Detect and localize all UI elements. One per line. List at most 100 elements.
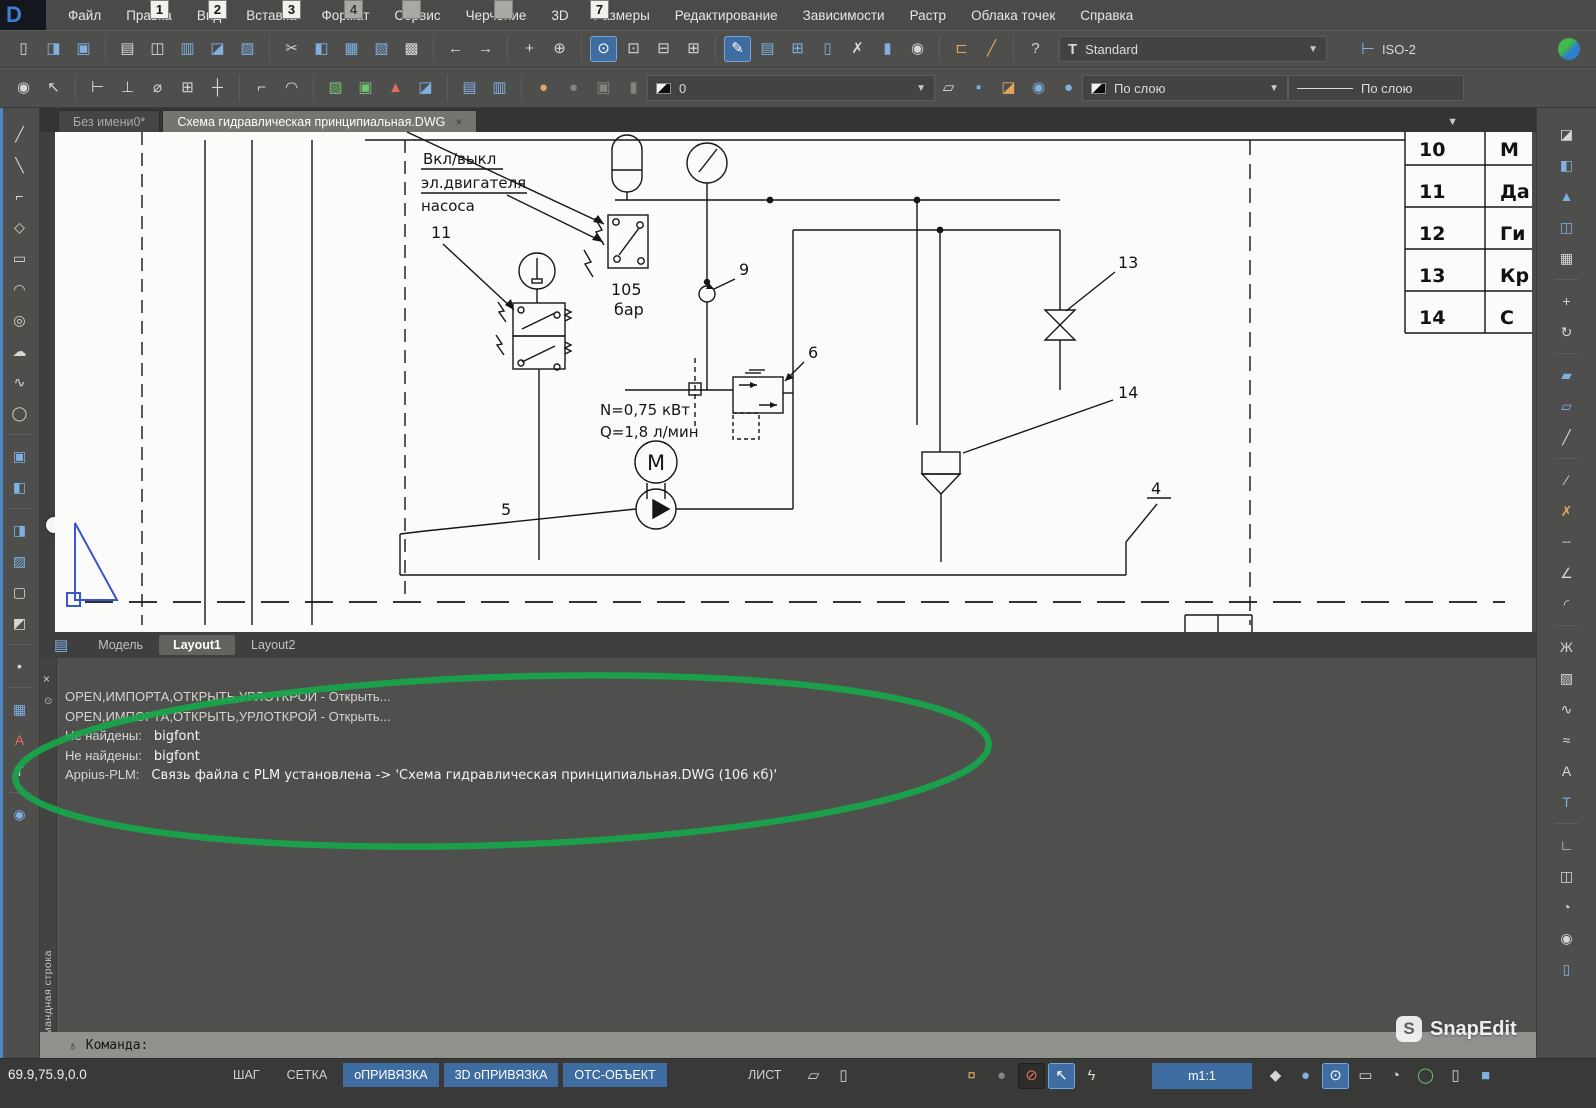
edit-text-icon[interactable]: A	[1553, 759, 1581, 783]
document-tab-1[interactable]: Схема гидравлическая принципиальная.DWG×	[162, 110, 477, 132]
redo-icon[interactable]: →	[472, 36, 499, 62]
dynamic-input-icon[interactable]: ●	[988, 1063, 1015, 1089]
attach-image-icon[interactable]: ◨	[6, 518, 34, 542]
pan-icon[interactable]: +	[516, 36, 543, 62]
save-icon[interactable]: ▣	[70, 36, 97, 62]
dim-center-icon[interactable]: ┼	[204, 75, 231, 101]
edit-spline-icon[interactable]: ≈	[1553, 728, 1581, 752]
open-folder-icon[interactable]: ◨	[40, 36, 67, 62]
document-tab-0[interactable]: Без имени0*	[58, 110, 160, 132]
zoom-dynamic-icon[interactable]: ⊕	[546, 36, 573, 62]
command-input-row[interactable]: ♁ Команда:	[40, 1032, 1536, 1058]
array-icon[interactable]: ▦	[1553, 246, 1581, 270]
line-icon[interactable]: ╱	[6, 122, 34, 146]
layout-tab-layout2[interactable]: Layout2	[237, 635, 309, 655]
properties-icon[interactable]: ▤	[754, 36, 781, 62]
status-toggle-sheet[interactable]: ЛИСТ	[737, 1063, 792, 1087]
quick-properties-icon[interactable]: ϟ	[1078, 1063, 1105, 1089]
layer-freeze-icon[interactable]: ▣	[590, 75, 617, 101]
menu-item-6[interactable]: Черчение	[466, 8, 527, 23]
menu-item-9[interactable]: Редактирование	[675, 8, 778, 23]
plm-plugin-icon[interactable]	[1558, 38, 1580, 60]
rotate-icon[interactable]: ↻	[1553, 320, 1581, 344]
render-icon[interactable]: ◉	[1553, 926, 1581, 950]
purge-icon[interactable]: ▩	[398, 36, 425, 62]
text-style-icon[interactable]: A	[6, 728, 34, 752]
menu-item-8[interactable]: Размеры	[594, 8, 650, 23]
explode-icon[interactable]: Ж	[1553, 635, 1581, 659]
layer-state-warning-icon[interactable]: ▲	[382, 75, 409, 101]
copy-clipboard-icon[interactable]: ◧	[308, 36, 335, 62]
drawing-canvas[interactable]: Вкл/выкл эл.двигателя насоса 11 105 бар …	[55, 132, 1532, 632]
color-dropdown[interactable]: По слою ▼	[1082, 75, 1288, 101]
layer-walk-icon[interactable]: ●	[1055, 75, 1082, 101]
print-preview-icon[interactable]: ◫	[144, 36, 171, 62]
join-curve-icon[interactable]: ⌐	[248, 75, 275, 101]
layer-properties-icon[interactable]: ▥	[486, 75, 513, 101]
menu-item-10[interactable]: Зависимости	[803, 8, 885, 23]
erase-icon[interactable]: ◪	[1553, 122, 1581, 146]
tool-palettes-icon[interactable]: ▯	[814, 36, 841, 62]
point-icon[interactable]: •	[6, 654, 34, 678]
boundary-icon[interactable]: ◩	[6, 611, 34, 635]
layer-off-icon[interactable]: ●	[560, 75, 587, 101]
menu-item-11[interactable]: Растр	[910, 8, 947, 23]
cursor-mode-icon[interactable]: ↖	[1048, 1063, 1075, 1089]
zoom-status-icon[interactable]: ⊙	[1322, 1063, 1349, 1089]
arc-icon[interactable]: ◠	[6, 277, 34, 301]
layers-panel-icon[interactable]: ▤	[456, 75, 483, 101]
layer-unisolate-icon[interactable]: ◉	[1025, 75, 1052, 101]
dim-linear-icon[interactable]: ⊢	[84, 75, 111, 101]
notebook-icon[interactable]: ▮	[874, 36, 901, 62]
layer-dropdown[interactable]: 0 ▼	[647, 75, 935, 101]
insert-block-icon[interactable]: ▣	[6, 444, 34, 468]
configuration-icon[interactable]: ✗	[844, 36, 871, 62]
cut-icon[interactable]: ✂	[278, 36, 305, 62]
clean-screen-icon[interactable]: ■	[1472, 1063, 1499, 1089]
move-to-layer-icon[interactable]: ▱	[935, 75, 962, 101]
layout-tab-модель[interactable]: Модель	[84, 635, 157, 655]
menu-item-2[interactable]: Вид	[197, 8, 221, 23]
layer-previous-icon[interactable]: ▪	[965, 75, 992, 101]
constraints-off-icon[interactable]: ⊘	[1018, 1063, 1045, 1089]
status-toggle-отс-объект[interactable]: ОТС-ОБЪЕКТ	[563, 1063, 666, 1087]
trim-icon[interactable]: ✗	[1553, 499, 1581, 523]
status-toggle-3d-опривязка[interactable]: 3D оПРИВЯЗКА	[444, 1063, 559, 1087]
menu-item-12[interactable]: Облака точек	[971, 8, 1055, 23]
orbit-icon[interactable]: ◔	[1553, 895, 1581, 919]
menu-item-5[interactable]: Сервис	[394, 8, 440, 23]
blend-curve-icon[interactable]: ◠	[278, 75, 305, 101]
pin-icon[interactable]: ⊙	[44, 696, 52, 707]
selection-cycle-icon[interactable]: ◉	[10, 75, 37, 101]
edit-attribute-icon[interactable]: T	[1553, 790, 1581, 814]
lengthen-icon[interactable]: ⁄	[1553, 468, 1581, 492]
batch-plot-icon[interactable]: ▨	[234, 36, 261, 62]
spline-icon[interactable]: ∿	[6, 370, 34, 394]
menu-item-7[interactable]: 3D	[551, 8, 568, 23]
page-setup-icon[interactable]: ▥	[174, 36, 201, 62]
measure-icon[interactable]: ⊏	[948, 36, 975, 62]
layer-lock-icon[interactable]: ▮	[620, 75, 647, 101]
zoom-icon[interactable]: ⊙	[590, 36, 617, 62]
fillet-icon[interactable]: ◜	[1553, 592, 1581, 616]
text-style-dropdown[interactable]: T Standard ▼	[1059, 36, 1327, 62]
region-icon[interactable]: ▢	[6, 580, 34, 604]
print-icon[interactable]: ▤	[114, 36, 141, 62]
isodraft-icon[interactable]: ◯	[1412, 1063, 1439, 1089]
publish-icon[interactable]: ◪	[204, 36, 231, 62]
extend-icon[interactable]: ╱	[1553, 425, 1581, 449]
ucs-icon[interactable]: ∟	[1553, 833, 1581, 857]
mirror-icon[interactable]: ▲	[1553, 184, 1581, 208]
rectangle-icon[interactable]: ▭	[6, 246, 34, 270]
pan-status-icon[interactable]: ◆	[1262, 1063, 1289, 1089]
dim-style-dropdown[interactable]: ⊢ ISO-2	[1361, 39, 1416, 59]
scale-icon[interactable]: ▰	[1553, 363, 1581, 387]
layer-state-import-icon[interactable]: ▧	[322, 75, 349, 101]
annotation-monitor-icon[interactable]: ●	[1292, 1063, 1319, 1089]
ellipse-icon[interactable]: ◯	[6, 401, 34, 425]
status-toggle-опривязка[interactable]: оПРИВЯЗКА	[343, 1063, 438, 1087]
paste-icon[interactable]: ▦	[338, 36, 365, 62]
annotation-scale-button[interactable]: m1:1	[1152, 1063, 1252, 1089]
polyline-icon[interactable]: ⌐	[6, 184, 34, 208]
table-icon[interactable]: ▦	[6, 697, 34, 721]
